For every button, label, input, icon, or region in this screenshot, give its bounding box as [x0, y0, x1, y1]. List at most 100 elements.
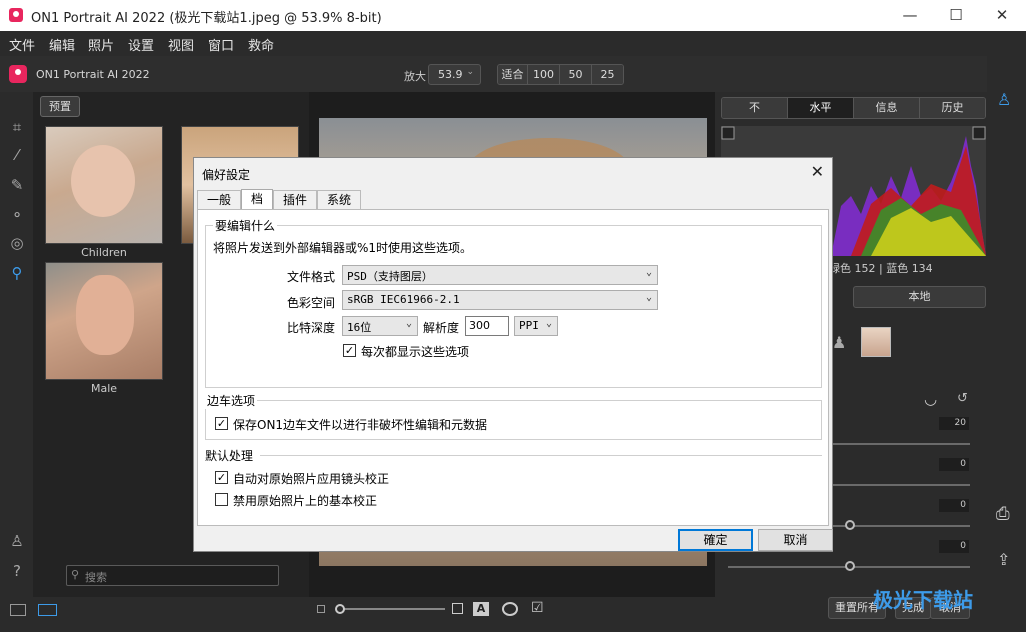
color-space-select[interactable]: sRGB IEC61966-2.1 ⌄ — [342, 290, 658, 310]
slider-value-3[interactable]: 0 — [939, 499, 969, 512]
slider-value-4[interactable]: 0 — [939, 540, 969, 553]
dialog-close-icon[interactable]: ✕ — [811, 162, 824, 181]
chevron-down-icon: ⌄ — [645, 292, 652, 303]
clone-icon[interactable]: ⚬ — [8, 206, 26, 224]
far-right-strip: ♙ ⎙ ⇪ — [987, 56, 1026, 597]
zoom-25-button[interactable]: 25 — [592, 65, 623, 84]
dialog-tab-body: 要编辑什么 将照片发送到外部编辑器或%1时使用这些选项。 文件格式 PSD（支持… — [197, 209, 829, 526]
preview-zoom-slider[interactable] — [340, 608, 445, 610]
edit-options-title: 要编辑什么 — [213, 217, 278, 234]
menu-settings[interactable]: 设置 — [128, 35, 154, 54]
resolution-unit-select[interactable]: PPI ⌄ — [514, 316, 558, 336]
auto-lens-checkbox[interactable]: ✓ — [215, 471, 228, 484]
local-button[interactable]: 本地 — [853, 286, 986, 308]
menu-help[interactable]: 救命 — [248, 35, 274, 54]
tab-system[interactable]: 系统 — [317, 190, 362, 210]
print-icon[interactable]: ⎙ — [996, 504, 1010, 524]
presets-button[interactable]: 预置 — [40, 96, 80, 117]
menu-edit[interactable]: 编辑 — [49, 35, 75, 54]
slider-track-1[interactable] — [830, 443, 970, 445]
mask-view-icon[interactable] — [502, 602, 518, 616]
slider-knob-4[interactable] — [845, 561, 855, 571]
tab-plugins[interactable]: 插件 — [273, 190, 318, 210]
panel-toggle-icon[interactable] — [10, 604, 26, 616]
bit-depth-value: 16位 — [347, 321, 372, 334]
face-thumbnail[interactable] — [861, 327, 891, 357]
window-title-bar: ON1 Portrait AI 2022 (极光下载站1.jpeg @ 53.9… — [0, 0, 1026, 31]
menu-view[interactable]: 视图 — [168, 35, 194, 54]
preferences-dialog: 偏好設定 ✕ 一般 档 插件 系统 要编辑什么 将照片发送到外部编辑器或%1时使… — [193, 157, 833, 552]
tab-general[interactable]: 一般 — [197, 190, 242, 210]
chevron-down-icon: ⌄ — [545, 318, 552, 329]
preset-thumb-male[interactable] — [45, 262, 163, 380]
brush-icon[interactable]: ⁄ — [8, 146, 26, 164]
adjust-icon[interactable]: ☑ — [531, 600, 544, 616]
baby-face-image — [71, 145, 135, 217]
dialog-cancel-button[interactable]: 取消 — [758, 529, 833, 551]
brand-name: ON1 Portrait AI 2022 — [36, 68, 150, 81]
default-processing-title: 默认处理 — [205, 449, 254, 463]
zoom-select[interactable]: 53.9 ⌄ — [428, 64, 481, 85]
edit-options-desc: 将照片发送到外部编辑器或%1时使用这些选项。 — [213, 241, 473, 255]
dialog-title: 偏好設定 — [202, 168, 251, 182]
retouch-brush-icon[interactable]: ✎ — [8, 176, 26, 194]
tab-levels[interactable]: 水平 — [788, 98, 854, 118]
slider-track-2[interactable] — [830, 484, 970, 486]
zoom-label: 放大 — [404, 70, 426, 83]
preset-thumb-children[interactable] — [45, 126, 163, 244]
male-face-image — [76, 275, 134, 355]
tab-none[interactable]: 不 — [722, 98, 788, 118]
maximize-button[interactable]: ☐ — [933, 0, 979, 31]
slider-knob-3[interactable] — [845, 520, 855, 530]
window-title: ON1 Portrait AI 2022 (极光下载站1.jpeg @ 53.9… — [31, 11, 382, 26]
brand-icon — [9, 65, 27, 83]
resolution-input[interactable]: 300 — [465, 316, 509, 336]
face-tool-icon[interactable]: ⚲ — [8, 264, 26, 282]
slider-value-2[interactable]: 0 — [939, 458, 969, 471]
top-toolbar: ON1 Portrait AI 2022 放大 53.9 ⌄ 适合 100 50… — [0, 56, 1026, 92]
compare-view-icon[interactable] — [38, 604, 57, 616]
app-icon — [9, 8, 23, 22]
menu-window[interactable]: 窗口 — [208, 35, 234, 54]
sidecar-title: 边车选项 — [205, 392, 258, 409]
minimize-button[interactable]: — — [887, 0, 933, 31]
bit-depth-label: 比特深度 — [287, 321, 336, 335]
file-format-select[interactable]: PSD（支持图层） ⌄ — [342, 265, 658, 285]
user-icon[interactable]: ♙ — [8, 532, 26, 550]
add-person-icon[interactable]: ♟ — [832, 333, 846, 352]
disable-basic-checkbox[interactable] — [215, 493, 228, 506]
chevron-down-icon: ⌄ — [466, 67, 474, 77]
help-icon[interactable]: ? — [8, 562, 26, 580]
tab-history[interactable]: 历史 — [920, 98, 985, 118]
preset-search-input[interactable]: ⚲ 搜索 — [66, 565, 279, 586]
show-every-time-checkbox[interactable]: ✓ — [343, 344, 356, 357]
close-button[interactable]: ✕ — [979, 0, 1025, 31]
save-sidecar-checkbox[interactable]: ✓ — [215, 417, 228, 430]
crop-icon[interactable]: ⌗ — [8, 118, 26, 136]
disable-basic-label: 禁用原始照片上的基本校正 — [233, 494, 378, 508]
reset-icon[interactable]: ↺ — [957, 391, 968, 406]
search-icon: ⚲ — [71, 568, 80, 581]
save-sidecar-label: 保存ON1边车文件以进行非破坏性编辑和元数据 — [233, 418, 488, 432]
tab-info[interactable]: 信息 — [854, 98, 920, 118]
slider-value-1[interactable]: 20 — [939, 417, 969, 430]
preset-label-children: Children — [81, 246, 127, 259]
text-overlay-icon[interactable]: A — [473, 602, 489, 616]
fingerprint-icon[interactable]: ◎ — [8, 234, 26, 252]
menu-file[interactable]: 文件 — [9, 35, 35, 54]
portrait-module-icon[interactable]: ♙ — [997, 90, 1011, 109]
preview-zoom-knob[interactable] — [335, 604, 345, 614]
left-tool-strip: ⌗ ⁄ ✎ ⚬ ◎ ⚲ ♙ ? — [0, 92, 33, 632]
tab-files[interactable]: 档 — [241, 189, 274, 210]
zoom-50-button[interactable]: 50 — [560, 65, 592, 84]
rgb-readout: 绿色 152 | 蓝色 134 — [829, 262, 933, 275]
zoom-value: 53.9 — [438, 68, 463, 81]
resolution-unit-value: PPI — [519, 319, 539, 332]
zoom-100-button[interactable]: 100 — [528, 65, 560, 84]
ok-button[interactable]: 確定 — [678, 529, 753, 551]
bit-depth-select[interactable]: 16位 ⌄ — [342, 316, 418, 336]
menu-photo[interactable]: 照片 — [88, 35, 114, 54]
zoom-fit-button[interactable]: 适合 — [498, 65, 528, 84]
share-icon[interactable]: ⇪ — [997, 550, 1010, 569]
auto-lens-label: 自动对原始照片应用镜头校正 — [233, 472, 390, 486]
